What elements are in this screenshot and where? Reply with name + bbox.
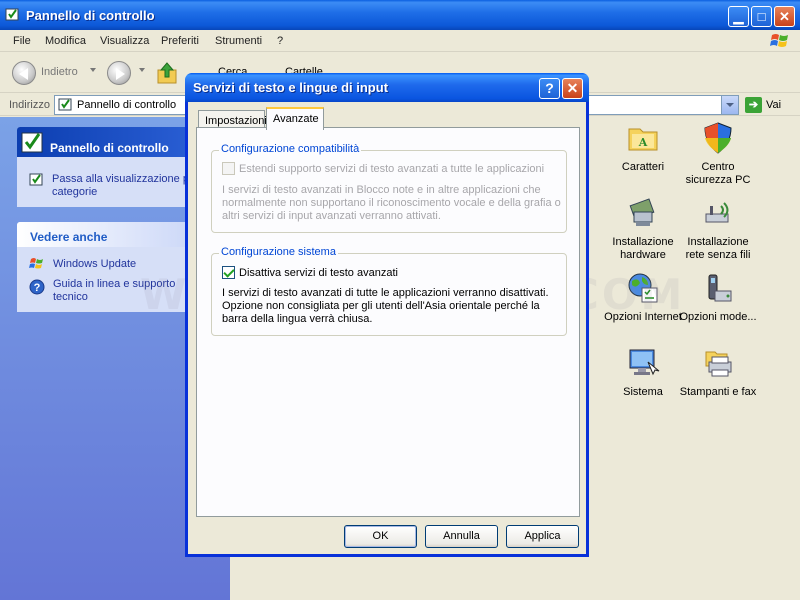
address-label: Indirizzo xyxy=(9,99,50,111)
menu-tools[interactable]: Strumenti xyxy=(215,35,262,47)
maximize-button[interactable]: □ xyxy=(751,6,772,27)
back-icon[interactable] xyxy=(12,61,36,85)
control-panel-large-icon xyxy=(21,132,43,153)
windows-logo-icon xyxy=(770,34,788,47)
cp-item-system[interactable]: Sistema xyxy=(603,346,683,399)
cp-item-label: Centro sicurezza PC xyxy=(685,161,751,186)
menu-view[interactable]: Visualizza xyxy=(100,35,149,47)
dialog-title: Servizi di testo e lingue di input xyxy=(193,80,389,95)
close-button[interactable]: ✕ xyxy=(774,6,795,27)
cp-item-label: Opzioni Internet xyxy=(604,311,682,323)
compatibility-group: Configurazione compatibilità Estendi sup… xyxy=(211,143,567,233)
dialog-title-bar[interactable]: Servizi di testo e lingue di input ? ✕ xyxy=(185,73,589,102)
apply-button[interactable]: Applica xyxy=(506,525,579,548)
menu-favorites[interactable]: Preferiti xyxy=(161,35,199,47)
minimize-button[interactable]: ▁ xyxy=(728,6,749,27)
system-group-title: Configurazione sistema xyxy=(219,246,338,258)
menu-bar: File Modifica Visualizza Preferiti Strum… xyxy=(0,30,800,52)
dialog-body: Impostazioni Avanzate Configurazione com… xyxy=(188,102,586,554)
extend-support-label: Estendi supporto servizi di testo avanza… xyxy=(239,163,545,175)
control-panel-icon xyxy=(5,8,19,21)
hardware-icon xyxy=(629,198,655,226)
go-button[interactable]: Vai xyxy=(766,99,781,111)
compatibility-description: I servizi di testo avanzati in Blocco no… xyxy=(222,184,561,222)
tab-panel-avanzate: Configurazione compatibilità Estendi sup… xyxy=(196,127,580,517)
go-arrow-icon[interactable]: ➔ xyxy=(745,97,762,113)
control-panel-small-icon xyxy=(58,98,72,111)
internet-options-icon xyxy=(628,273,658,303)
dialog-help-button[interactable]: ? xyxy=(539,78,560,99)
menu-edit[interactable]: Modifica xyxy=(45,35,86,47)
cp-item-fonts[interactable]: A Caratteri xyxy=(603,121,683,174)
wireless-icon xyxy=(705,202,729,223)
switch-view-icon xyxy=(29,173,43,186)
modem-icon xyxy=(708,274,732,302)
windows-update-icon xyxy=(29,258,43,269)
back-dropdown-icon[interactable] xyxy=(90,68,96,72)
disable-advanced-services-checkbox[interactable] xyxy=(222,266,235,279)
up-folder-icon[interactable] xyxy=(156,61,178,85)
fonts-folder-icon: A xyxy=(628,128,658,151)
tab-avanzate[interactable]: Avanzate xyxy=(266,107,324,130)
main-title-bar[interactable]: Pannello di controllo ▁ □ ✕ xyxy=(0,0,800,30)
window-title: Pannello di controllo xyxy=(26,8,155,23)
extend-support-checkbox[interactable] xyxy=(222,162,235,175)
cp-item-printers-faxes[interactable]: Stampanti e fax xyxy=(678,346,758,399)
cp-item-label: Installazione rete senza fili xyxy=(685,236,751,261)
cp-item-internet-options[interactable]: Opzioni Internet xyxy=(603,271,683,324)
address-dropdown-icon[interactable] xyxy=(721,96,738,114)
help-support-link[interactable]: Guida in linea e supporto tecnico xyxy=(53,278,203,304)
cp-item-label: Sistema xyxy=(623,386,663,398)
svg-text:A: A xyxy=(638,136,648,149)
cp-item-label: Installazione hardware xyxy=(612,236,674,261)
back-label[interactable]: Indietro xyxy=(41,66,78,78)
cp-item-wireless-setup[interactable]: Installazione rete senza fili xyxy=(678,196,758,262)
compatibility-group-title: Configurazione compatibilità xyxy=(219,143,362,155)
cp-item-label: Caratteri xyxy=(621,161,665,173)
cp-item-label: Stampanti e fax xyxy=(679,386,757,398)
system-group: Configurazione sistema Disattiva servizi… xyxy=(211,246,567,336)
ok-button[interactable]: OK xyxy=(344,525,417,548)
menu-file[interactable]: File xyxy=(13,35,31,47)
system-icon xyxy=(629,349,660,376)
security-shield-icon xyxy=(704,122,732,154)
disable-advanced-services-label: Disattiva servizi di testo avanzati xyxy=(239,267,398,279)
cp-item-security-center[interactable]: Centro sicurezza PC xyxy=(678,121,758,187)
forward-dropdown-icon[interactable] xyxy=(139,68,145,72)
system-description: I servizi di testo avanzati di tutte le … xyxy=(222,287,549,325)
dialog-close-button[interactable]: ✕ xyxy=(562,78,583,99)
cancel-button[interactable]: Annulla xyxy=(425,525,498,548)
windows-update-link[interactable]: Windows Update xyxy=(53,258,136,271)
svg-text:?: ? xyxy=(34,282,41,294)
menu-help[interactable]: ? xyxy=(277,35,283,47)
cp-item-label: Opzioni mode... xyxy=(679,311,757,323)
forward-icon[interactable] xyxy=(107,61,131,85)
help-support-icon: ? xyxy=(29,279,45,295)
address-value: Pannello di controllo xyxy=(77,99,177,111)
text-services-dialog: Servizi di testo e lingue di input ? ✕ I… xyxy=(185,73,589,557)
cp-item-add-hardware[interactable]: Installazione hardware xyxy=(603,196,683,262)
printers-icon xyxy=(705,351,732,377)
cp-item-modem-options[interactable]: Opzioni mode... xyxy=(678,271,758,324)
